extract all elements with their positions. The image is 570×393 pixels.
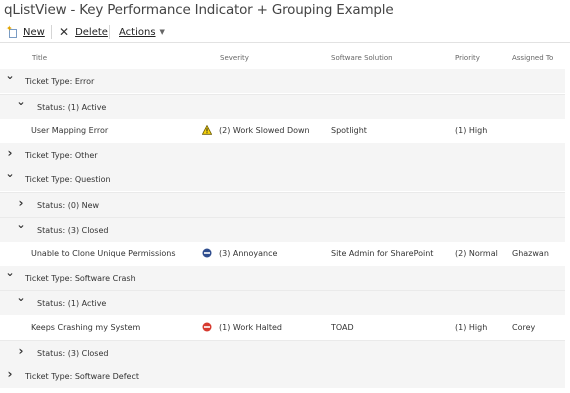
annoyance-icon (202, 248, 212, 258)
chevron-down-icon[interactable]: ⌄ (5, 168, 15, 179)
group-header-row: ⌄ Ticket Type: Error (0, 69, 565, 93)
chevron-down-icon[interactable]: ⌄ (5, 267, 15, 278)
group-subheader-row: › Status: (3) Closed (0, 339, 565, 365)
group-label: Ticket Type: Question (25, 175, 111, 185)
table-row[interactable]: Keeps Crashing my System (1) Work Halted T… (0, 315, 565, 339)
group-header-row: ⌄ Ticket Type: Software Crash (0, 265, 565, 290)
group-label: Ticket Type: Software Defect (25, 372, 139, 382)
actions-menu-button[interactable]: Actions ▼ (119, 25, 165, 39)
chevron-down-icon[interactable]: ⌄ (16, 96, 26, 107)
delete-icon: ✕ (59, 25, 70, 39)
new-button[interactable]: ✦ New (6, 24, 45, 39)
severity-value: (2) Work Slowed Down (219, 126, 310, 136)
new-label: New (23, 26, 45, 38)
group-label: Status: (3) Closed (37, 225, 109, 235)
group-label: Status: (1) Active (37, 102, 107, 112)
chevron-down-icon[interactable]: ⌄ (16, 219, 26, 230)
group-subheader-row: › Status: (0) New (0, 192, 565, 217)
priority-value: (1) High (455, 126, 488, 136)
column-header-assigned[interactable]: Assigned To (512, 54, 553, 62)
assigned-value: Ghazwan (512, 249, 549, 259)
table-row[interactable]: User Mapping Error (2) Work Slowed Down Sp… (0, 118, 565, 142)
group-subheader-row: ⌄ Status: (1) Active (0, 93, 565, 119)
halted-icon (202, 322, 212, 332)
group-header-row: ⌄ Ticket Type: Question (0, 167, 565, 192)
table-row[interactable]: Unable to Clone Unique Permissions (3) An… (0, 241, 565, 265)
chevron-right-icon[interactable]: › (5, 368, 15, 380)
toolbar-divider (51, 25, 52, 39)
chevron-right-icon[interactable]: › (16, 197, 26, 209)
group-label: Ticket Type: Software Crash (25, 273, 136, 283)
chevron-down-icon: ▼ (159, 28, 165, 36)
delete-label: Delete (75, 26, 108, 38)
group-subheader-row: ⌄ Status: (3) Closed (0, 216, 565, 242)
group-header-row: › Ticket Type: Software Defect (0, 364, 565, 389)
chevron-down-icon[interactable]: ⌄ (16, 292, 26, 303)
group-label: Status: (1) Active (37, 299, 107, 309)
column-header-severity[interactable]: Severity (220, 54, 249, 62)
toolbar: ✦ New ✕ Delete Actions ▼ (0, 22, 570, 43)
solution-value: Spotlight (331, 126, 367, 136)
column-header-row: Title Severity Software Solution Priorit… (0, 48, 570, 68)
assigned-value: Corey (512, 323, 536, 332)
column-header-priority[interactable]: Priority (455, 54, 480, 62)
group-label: Status: (3) Closed (37, 348, 109, 358)
group-label: Status: (0) New (37, 201, 100, 210)
severity-value: (1) Work Halted (219, 323, 282, 332)
warning-icon (202, 125, 212, 135)
chevron-right-icon[interactable]: › (16, 345, 26, 357)
chevron-down-icon[interactable]: ⌄ (5, 70, 15, 81)
column-header-title[interactable]: Title (32, 54, 47, 62)
toolbar-divider (109, 25, 110, 39)
priority-value: (1) High (455, 323, 488, 332)
chevron-right-icon[interactable]: › (5, 147, 15, 159)
group-label: Ticket Type: Other (25, 150, 98, 160)
delete-button[interactable]: ✕ Delete (59, 25, 108, 39)
solution-value: Site Admin for SharePoint (331, 249, 434, 259)
group-label: Ticket Type: Error (25, 77, 95, 86)
solution-value: TOAD (331, 323, 354, 332)
priority-value: (2) Normal (455, 249, 498, 259)
item-title-link[interactable]: Keeps Crashing my System (31, 323, 140, 332)
item-title-link[interactable]: Unable to Clone Unique Permissions (31, 249, 175, 258)
new-item-icon: ✦ (6, 24, 18, 38)
actions-label: Actions (119, 26, 156, 38)
page-title: qListView - Key Performance Indicator + … (4, 2, 394, 18)
severity-value: (3) Annoyance (219, 249, 278, 259)
item-title-link[interactable]: User Mapping Error (31, 126, 108, 135)
column-header-solution[interactable]: Software Solution (331, 54, 393, 62)
group-header-row: › Ticket Type: Other (0, 142, 565, 167)
group-subheader-row: ⌄ Status: (1) Active (0, 290, 565, 316)
